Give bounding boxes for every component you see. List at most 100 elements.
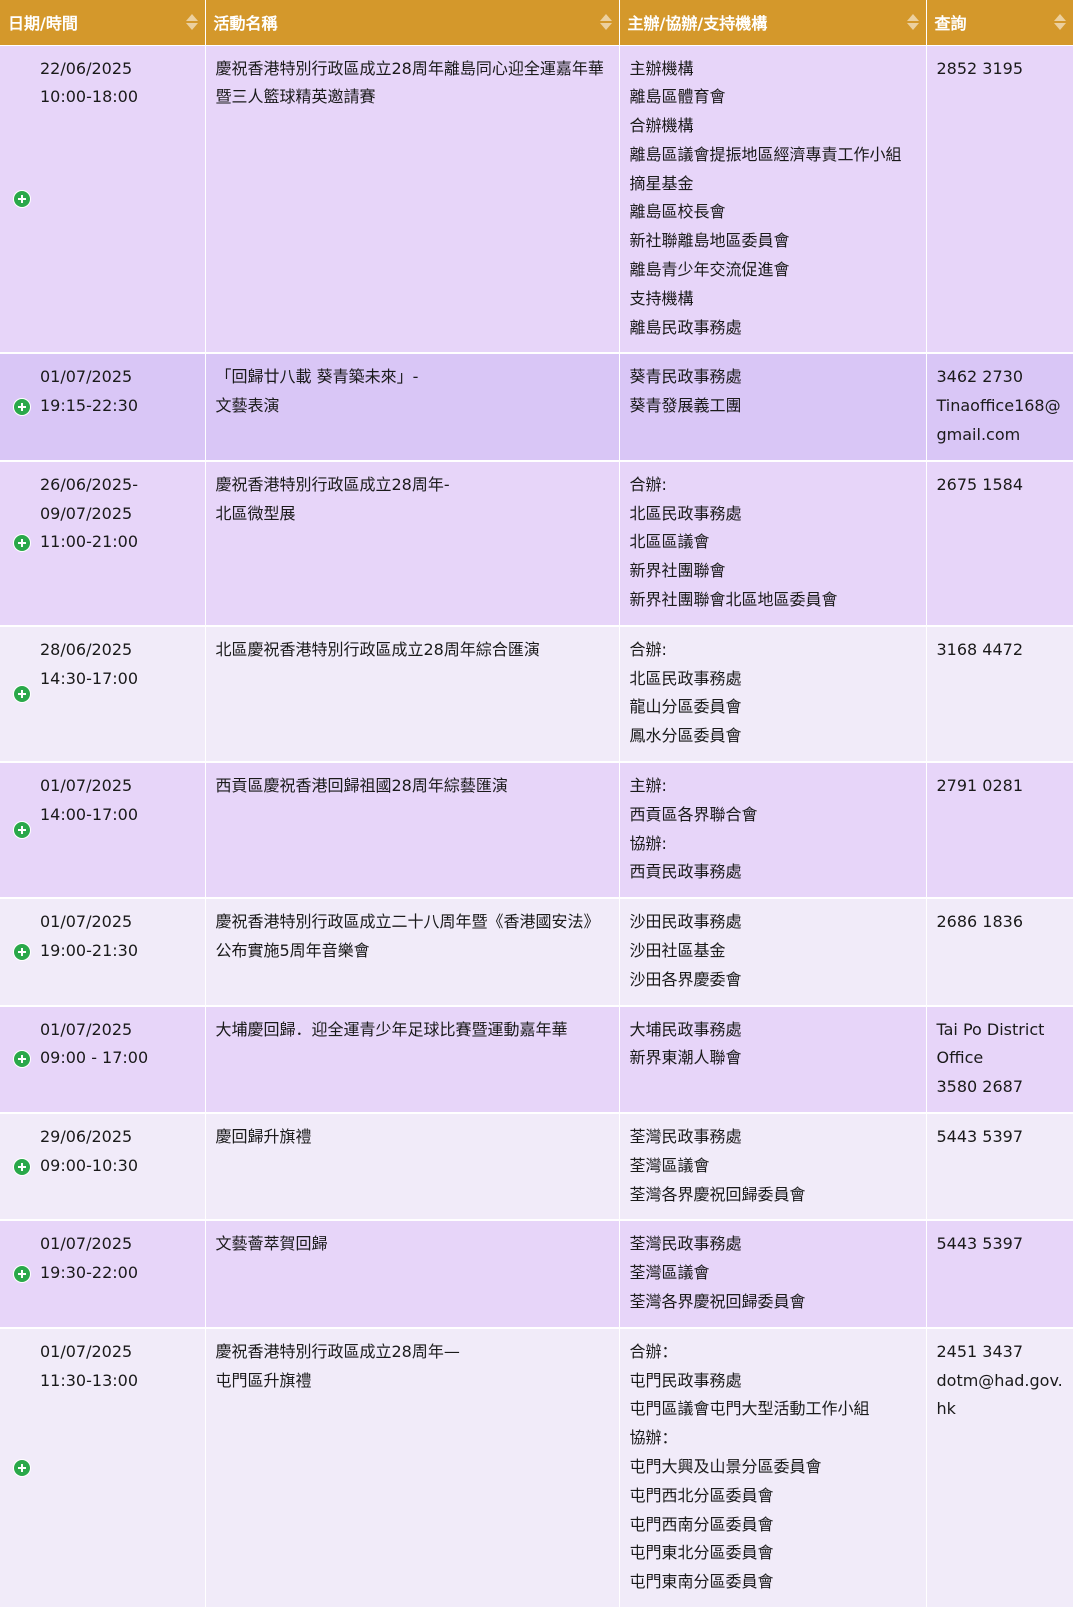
cell-line: 屯門東南分區委員會: [629, 1572, 774, 1592]
table-row: 22/06/2025 10:00-18:00 慶祝香港特別行政區成立28周年離島同心…: [0, 45, 1073, 355]
table-row: 01/07/2025 19:30-22:00 文藝薈萃賀回歸 荃灣民政事務處 荃灣區議會…: [0, 1220, 1073, 1329]
date-cell: 22/06/2025 10:00-18:00: [0, 45, 206, 355]
inquiry-cell: 5443 5397: [926, 1113, 1073, 1222]
cell-line: 2791 0281: [936, 776, 1024, 796]
plus-circle-icon[interactable]: [14, 822, 30, 839]
table-row: 01/07/2025 09:00 - 17:00 大埔慶回歸．迎全運青少年足球比賽暨…: [0, 1005, 1073, 1115]
date-cell: 28/06/2025 14:30-17:00: [0, 625, 206, 764]
cell-line: 2852 3195: [936, 58, 1024, 78]
cell-line: 01/07/2025: [40, 776, 133, 796]
cell-line: 新社聯離島地區委員會: [629, 231, 790, 251]
cell-line: 荃灣民政事務處: [629, 1127, 742, 1146]
plus-circle-icon[interactable]: [14, 1459, 30, 1476]
cell-line: 沙田民政事務處: [629, 912, 742, 932]
cell-line: Office: [936, 1048, 984, 1068]
cell-line: 14:30-17:00: [40, 668, 138, 688]
cell-line: 慶祝香港特別行政區成立28周年—: [215, 1341, 460, 1361]
table-row: 28/06/2025 14:30-17:00 北區慶祝香港特別行政區成立28周年綜合…: [0, 625, 1073, 764]
table-row: 01/07/2025 19:00-21:30 慶祝香港特別行政區成立二十八周年暨《香…: [0, 898, 1073, 1007]
column-header-organizers[interactable]: 主辦/協辦/支持機構: [619, 0, 927, 46]
cell-line: 協辦:: [629, 833, 667, 853]
date-cell: 01/07/2025 19:30-22:00: [0, 1220, 206, 1329]
cell-line: 慶祝香港特別行政區成立二十八周年暨《香港國安法》: [215, 912, 600, 932]
cell-line: 01/07/2025: [40, 912, 133, 932]
cell-line: 2675 1584: [936, 474, 1024, 494]
cell-line: 22/06/2025: [40, 58, 133, 78]
plus-circle-icon[interactable]: [14, 1266, 30, 1283]
column-header-event-name[interactable]: 活動名稱: [205, 0, 620, 46]
cell-line: 西貢區各界聯合會: [629, 804, 758, 824]
events-table: 日期/時間 活動名稱 主辦/協辦/支持機構 查詢 22/06/2025 10:00…: [0, 0, 1073, 1609]
cell-line: 屯門區升旗禮: [215, 1370, 312, 1390]
cell-line: 葵青民政事務處: [629, 367, 742, 387]
date-cell: 01/07/2025 14:00-17:00: [0, 762, 206, 900]
date-cell: 26/06/2025- 09/07/2025 11:00-21:00: [0, 460, 206, 627]
cell-line: 屯門西南分區委員會: [629, 1514, 774, 1534]
cell-line: 新界社團聯會北區地區委員會: [629, 590, 838, 610]
cell-line: 鳳水分區委員會: [629, 726, 742, 746]
plus-circle-icon[interactable]: [14, 190, 30, 207]
column-header-date[interactable]: 日期/時間: [0, 0, 206, 46]
cell-line: 大埔民政事務處: [629, 1019, 742, 1039]
cell-line: 荃灣民政事務處: [629, 1234, 742, 1254]
date-cell: 01/07/2025 11:30-13:00: [0, 1327, 206, 1609]
cell-line: 新界社團聯會: [629, 561, 726, 581]
cell-line: 新界東潮人聯會: [629, 1048, 742, 1068]
date-cell: 01/07/2025 09:00 - 17:00: [0, 1005, 206, 1115]
organizers-cell: 荃灣民政事務處 荃灣區議會 荃灣各界慶祝回歸委員會: [619, 1220, 927, 1329]
cell-line: 10:00-18:00: [40, 87, 138, 107]
cell-line: 3462 2730: [936, 367, 1024, 387]
organizers-cell: 主辦: 西貢區各界聯合會 協辦: 西貢民政事務處: [619, 762, 927, 900]
plus-circle-icon[interactable]: [14, 943, 30, 960]
cell-line: 北區民政事務處: [629, 503, 742, 523]
cell-line: gmail.com: [936, 425, 1021, 445]
organizers-cell: 主辦機構 離島區體育會 合辦機構 離島區議會提振地區經濟專責工作小組 摘星基金 離島區校長…: [619, 45, 927, 355]
cell-line: 2451 3437: [936, 1341, 1024, 1361]
sort-icon[interactable]: [185, 13, 198, 31]
cell-line: 14:00-17:00: [40, 804, 138, 824]
cell-line: 公布實施5周年音樂會: [215, 941, 370, 961]
table-row: 01/07/2025 19:15-22:30 「回歸廿八載 葵青築未來」- 文藝表演 葵…: [0, 353, 1073, 462]
column-header-label: 主辦/協辦/支持機構: [627, 14, 768, 34]
cell-line: 3168 4472: [936, 639, 1024, 659]
organizers-cell: 沙田民政事務處 沙田社區基金 沙田各界慶委會: [619, 898, 927, 1007]
cell-line: 主辦機構: [629, 58, 694, 78]
plus-circle-icon[interactable]: [14, 399, 30, 416]
cell-line: 主辦:: [629, 776, 667, 796]
inquiry-cell: 2451 3437 dotm@had.gov. hk: [926, 1327, 1073, 1609]
cell-line: 屯門大興及山景分區委員會: [629, 1456, 822, 1476]
inquiry-cell: 5443 5397: [926, 1220, 1073, 1329]
cell-line: 09:00 - 17:00: [40, 1048, 149, 1068]
cell-line: 離島青少年交流促進會: [629, 260, 790, 280]
cell-line: 文藝表演: [215, 396, 280, 416]
plus-circle-icon[interactable]: [14, 685, 30, 702]
inquiry-cell: 2675 1584: [926, 460, 1073, 627]
cell-line: 荃灣各界慶祝回歸委員會: [629, 1291, 806, 1311]
cell-line: 離島區校長會: [629, 202, 726, 222]
event-name-cell: 文藝薈萃賀回歸: [205, 1220, 620, 1329]
cell-line: 西貢民政事務處: [629, 862, 742, 882]
cell-line: 19:30-22:00: [40, 1263, 138, 1283]
column-header-label: 日期/時間: [8, 14, 78, 34]
cell-line: 11:30-13:00: [40, 1370, 138, 1390]
sort-icon[interactable]: [1054, 13, 1066, 31]
cell-line: Tai Po District: [936, 1019, 1045, 1039]
cell-line: 合辦：: [629, 1341, 678, 1361]
sort-icon[interactable]: [906, 13, 919, 31]
plus-circle-icon[interactable]: [14, 535, 30, 552]
inquiry-cell: 2686 1836: [926, 898, 1073, 1007]
cell-line: 沙田社區基金: [629, 941, 726, 961]
cell-line: 屯門區議會屯門大型活動工作小組: [629, 1399, 870, 1419]
plus-circle-icon[interactable]: [14, 1158, 30, 1175]
cell-line: 龍山分區委員會: [629, 697, 742, 717]
header-row: 日期/時間 活動名稱 主辦/協辦/支持機構 查詢: [0, 0, 1073, 46]
column-header-label: 查詢: [934, 14, 967, 34]
cell-line: 慶祝香港特別行政區成立28周年離島同心迎全運嘉年華: [215, 58, 604, 78]
sort-icon[interactable]: [599, 13, 612, 31]
organizers-cell: 合辦: 北區民政事務處 北區區議會 新界社團聯會 新界社團聯會北區地區委員會: [619, 460, 927, 627]
plus-circle-icon[interactable]: [14, 1051, 30, 1068]
event-name-cell: 慶祝香港特別行政區成立28周年— 屯門區升旗禮: [205, 1327, 620, 1609]
column-header-inquiry[interactable]: 查詢: [926, 0, 1073, 46]
cell-line: 北區慶祝香港特別行政區成立28周年綜合匯演: [215, 639, 540, 659]
cell-line: 合辦:: [629, 639, 667, 659]
